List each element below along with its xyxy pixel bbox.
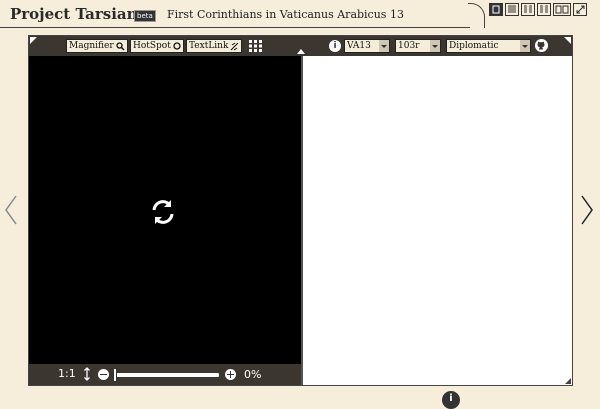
circle-icon [173,42,181,50]
beta-badge: beta [134,10,156,22]
corner-marker [30,37,37,44]
corner-marker [564,37,571,44]
fullscreen-button[interactable] [573,3,587,16]
double-view-button[interactable] [537,3,551,16]
single-page-icon [492,5,500,14]
footer-info-icon[interactable]: i [442,391,460,409]
loading-spinner-icon [152,200,174,224]
chevron-down-icon [430,40,440,52]
viewer-toolbar: Magnifier HotSpot TextLink i VA13 103r D… [29,36,572,56]
book-icon [555,5,569,14]
zoom-slider[interactable] [113,368,219,382]
double-view-icon [540,5,548,13]
chevron-down-icon [520,40,530,52]
text-view-button[interactable] [505,3,519,16]
text-page-icon [508,5,516,13]
zoom-out-icon[interactable] [98,369,109,380]
vertical-fit-icon[interactable] [83,367,91,381]
manuscript-select[interactable]: VA13 [344,39,390,53]
document-title: First Corinthians in Vaticanus Arabicus … [167,8,404,21]
manuscript-image-pane[interactable] [29,56,301,364]
textlink-button[interactable]: TextLink [186,39,243,53]
toolbar-arrow-icon [297,49,305,54]
manuscript-select-value: VA13 [347,41,371,51]
magnifier-button[interactable]: Magnifier [66,39,128,53]
search-icon [116,41,125,51]
zoom-in-icon[interactable] [225,369,236,380]
fullscreen-icon [576,5,584,14]
previous-page-arrow-icon[interactable] [4,194,18,226]
header-divider [0,27,470,28]
folio-select-value: 103r [398,41,420,51]
resize-handle-icon[interactable] [565,378,571,384]
brand-title[interactable]: Project Tarsian [10,5,138,23]
app-header: Project Tarsian beta First Corinthians i… [0,0,600,30]
ratio-button[interactable]: 1:1 [58,367,76,380]
book-view-button[interactable] [553,3,571,16]
hotspot-button[interactable]: HotSpot [130,39,184,53]
view-mode-buttons [489,3,587,16]
link-icon [231,42,239,50]
split-view-icon [524,5,532,13]
info-icon[interactable]: i [329,40,341,52]
zoom-percentage: 0% [244,368,262,381]
hotspot-label: HotSpot [133,41,171,51]
textlink-label: TextLink [189,41,229,51]
split-view-button[interactable] [521,3,535,16]
image-controls-bar: 1:1 0% [29,364,301,385]
transcription-select-value: Diplomatic [449,41,499,51]
transcription-text-pane[interactable] [303,56,572,385]
grid-icon[interactable] [249,40,262,52]
viewer-frame: Magnifier HotSpot TextLink i VA13 103r D… [28,35,573,386]
header-divider-curve [468,3,485,28]
single-page-view-button[interactable] [489,3,503,16]
next-page-arrow-icon[interactable] [580,194,594,226]
zoom-slider-thumb[interactable] [113,368,117,382]
folio-select[interactable]: 103r [395,39,441,53]
chevron-down-icon [379,40,389,52]
magnifier-label: Magnifier [69,41,114,51]
github-icon[interactable] [535,39,548,52]
transcription-select[interactable]: Diplomatic [446,39,531,53]
